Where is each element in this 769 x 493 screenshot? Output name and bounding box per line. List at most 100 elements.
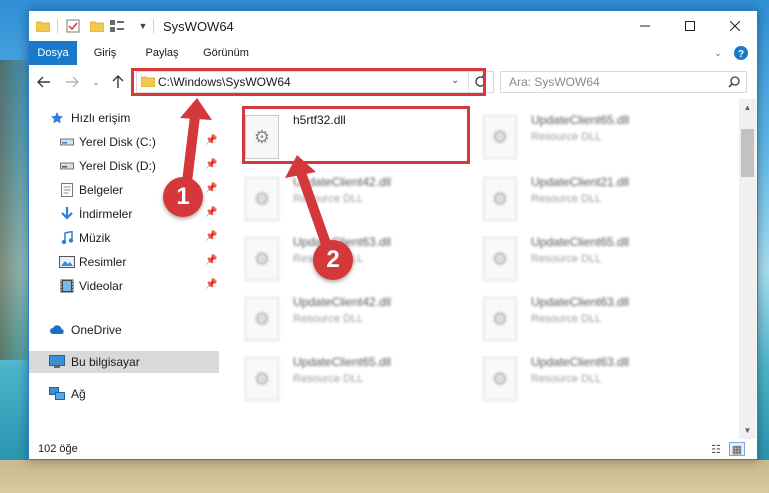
- sidebar-item-label: Yerel Disk (D:): [79, 159, 156, 173]
- pin-icon[interactable]: 📌: [205, 279, 217, 290]
- file-name: UpdateClient65.dll: [531, 235, 630, 249]
- sidebar-item-label: Ağ: [71, 387, 86, 401]
- forward-arrow-icon[interactable]: [63, 73, 81, 91]
- large-icons-view-icon[interactable]: ▦: [729, 442, 745, 456]
- sidebar-item-label: Müzik: [79, 231, 111, 245]
- pin-icon[interactable]: 📌: [205, 183, 217, 194]
- ribbon-expand-icon[interactable]: ⌄: [711, 41, 725, 65]
- search-placeholder: Ara: SysWOW64: [509, 75, 600, 89]
- sidebar-item-pictures[interactable]: Resimler 📌: [29, 251, 219, 273]
- file-type: Resource DLL: [293, 313, 364, 325]
- sidebar-item-quick-access[interactable]: Hızlı erişim: [29, 107, 219, 129]
- search-icon[interactable]: [728, 76, 740, 91]
- sidebar-item-label: Belgeler: [79, 183, 124, 197]
- dll-gear-icon: ⚙: [483, 177, 517, 221]
- dll-gear-icon: ⚙: [245, 357, 279, 401]
- sidebar-item-this-pc[interactable]: Bu bilgisayar: [29, 351, 219, 373]
- dll-gear-icon: ⚙: [483, 357, 517, 401]
- pictures-icon: [59, 254, 75, 270]
- tab-file[interactable]: Dosya: [29, 41, 77, 65]
- file-item[interactable]: ⚙ UpdateClient65.dll Resource DLL: [229, 351, 459, 407]
- file-item[interactable]: ⚙ UpdateClient42.dll Resource DLL: [229, 171, 459, 227]
- maximize-button[interactable]: [667, 11, 712, 41]
- file-type: Resource DLL: [531, 131, 602, 143]
- file-name: UpdateClient65.dll: [531, 113, 630, 127]
- navigation-pane: Hızlı erişim Yerel Disk (C:) 📌 Yerel Dis…: [29, 99, 219, 439]
- file-name: UpdateClient42.dll: [293, 295, 392, 309]
- folder-icon[interactable]: [35, 17, 51, 35]
- view-options-icon[interactable]: [109, 17, 129, 35]
- window-title: SysWOW64: [163, 19, 234, 34]
- ribbon-tabs: Dosya Giriş Paylaş Görünüm ⌄ ?: [29, 41, 757, 65]
- file-item[interactable]: ⚙ UpdateClient65.dll Resource DLL: [467, 231, 697, 287]
- sidebar-item-drive-c[interactable]: Yerel Disk (C:) 📌: [29, 131, 219, 153]
- sidebar-item-label: Hızlı erişim: [71, 111, 131, 125]
- new-folder-icon[interactable]: [89, 17, 105, 35]
- file-name: UpdateClient42.dll: [293, 175, 392, 189]
- file-name: UpdateClient63.dll: [531, 295, 630, 309]
- file-name: UpdateClient65.dll: [293, 355, 392, 369]
- pin-icon[interactable]: 📌: [205, 207, 217, 218]
- refresh-icon[interactable]: [474, 75, 487, 91]
- file-item-h5rtf32[interactable]: ⚙ h5rtf32.dll: [229, 109, 459, 165]
- drive-icon: [59, 134, 75, 150]
- dll-gear-icon: ⚙: [245, 115, 279, 159]
- sidebar-item-onedrive[interactable]: OneDrive: [29, 319, 219, 341]
- dll-gear-icon: ⚙: [483, 297, 517, 341]
- dll-gear-icon: ⚙: [245, 237, 279, 281]
- status-bar: 102 öğe ☷ ▦: [29, 439, 757, 459]
- file-list: ⚙ h5rtf32.dll ⚙ UpdateClient65.dll Resou…: [229, 99, 739, 439]
- details-view-icon[interactable]: ☷: [708, 442, 724, 456]
- file-type: Resource DLL: [293, 373, 364, 385]
- download-icon: [59, 206, 75, 222]
- music-icon: [59, 230, 75, 246]
- file-item[interactable]: ⚙ UpdateClient42.dll Resource DLL: [229, 291, 459, 347]
- help-icon[interactable]: ?: [733, 41, 749, 65]
- item-count: 102 öğe: [38, 443, 78, 455]
- address-bar[interactable]: C:\Windows\SysWOW64 ⌄: [136, 71, 494, 93]
- close-button[interactable]: [712, 11, 757, 41]
- tab-share[interactable]: Paylaş: [139, 41, 185, 65]
- sidebar-item-network[interactable]: Ağ: [29, 383, 219, 405]
- tab-home[interactable]: Giriş: [85, 41, 125, 65]
- title-bar: ▼ SysWOW64: [29, 11, 757, 41]
- videos-icon: [59, 278, 75, 294]
- dll-gear-icon: ⚙: [245, 297, 279, 341]
- navigation-bar: ⌄ C:\Windows\SysWOW64 ⌄ Ara: SysWOW64: [29, 65, 757, 99]
- pin-icon[interactable]: 📌: [205, 255, 217, 266]
- step-2-badge: 2: [313, 240, 353, 280]
- quick-access-dropdown-icon[interactable]: ▼: [137, 17, 149, 35]
- search-input[interactable]: Ara: SysWOW64: [500, 71, 747, 93]
- sidebar-item-label: İndirmeler: [79, 207, 133, 221]
- file-item[interactable]: ⚙ UpdateClient65.dll Resource DLL: [467, 109, 697, 165]
- sidebar-item-label: Resimler: [79, 255, 127, 269]
- sidebar-item-label: Videolar: [79, 279, 123, 293]
- file-item[interactable]: ⚙ UpdateClient63.dll Resource DLL: [467, 351, 697, 407]
- recent-locations-icon[interactable]: ⌄: [87, 73, 105, 91]
- pin-icon[interactable]: 📌: [205, 135, 217, 146]
- pin-icon[interactable]: 📌: [205, 159, 217, 170]
- cloud-icon: [49, 322, 65, 338]
- file-type: Resource DLL: [531, 253, 602, 265]
- address-dropdown-icon[interactable]: ⌄: [451, 75, 459, 86]
- back-arrow-icon[interactable]: [35, 73, 53, 91]
- file-explorer-window: ▼ SysWOW64 Dosya Giriş Paylaş Görünüm ⌄ …: [28, 10, 758, 460]
- up-arrow-icon[interactable]: [109, 73, 127, 91]
- address-path: C:\Windows\SysWOW64: [158, 75, 291, 89]
- file-item[interactable]: ⚙ UpdateClient21.dll Resource DLL: [467, 171, 697, 227]
- tab-view[interactable]: Görünüm: [197, 41, 255, 65]
- sidebar-item-videos[interactable]: Videolar 📌: [29, 275, 219, 297]
- pin-icon[interactable]: 📌: [205, 231, 217, 242]
- file-item[interactable]: ⚙ UpdateClient63.dll Resource DLL: [467, 291, 697, 347]
- scroll-down-icon[interactable]: ▼: [739, 422, 756, 439]
- file-type: Resource DLL: [531, 193, 602, 205]
- scroll-thumb[interactable]: [741, 129, 754, 177]
- sidebar-item-drive-d[interactable]: Yerel Disk (D:) 📌: [29, 155, 219, 177]
- sidebar-item-music[interactable]: Müzik 📌: [29, 227, 219, 249]
- vertical-scrollbar[interactable]: ▲ ▼: [739, 99, 756, 439]
- properties-icon[interactable]: [65, 17, 81, 35]
- file-type: Resource DLL: [531, 373, 602, 385]
- minimize-button[interactable]: [622, 11, 667, 41]
- dll-gear-icon: ⚙: [483, 115, 517, 159]
- scroll-up-icon[interactable]: ▲: [739, 99, 756, 116]
